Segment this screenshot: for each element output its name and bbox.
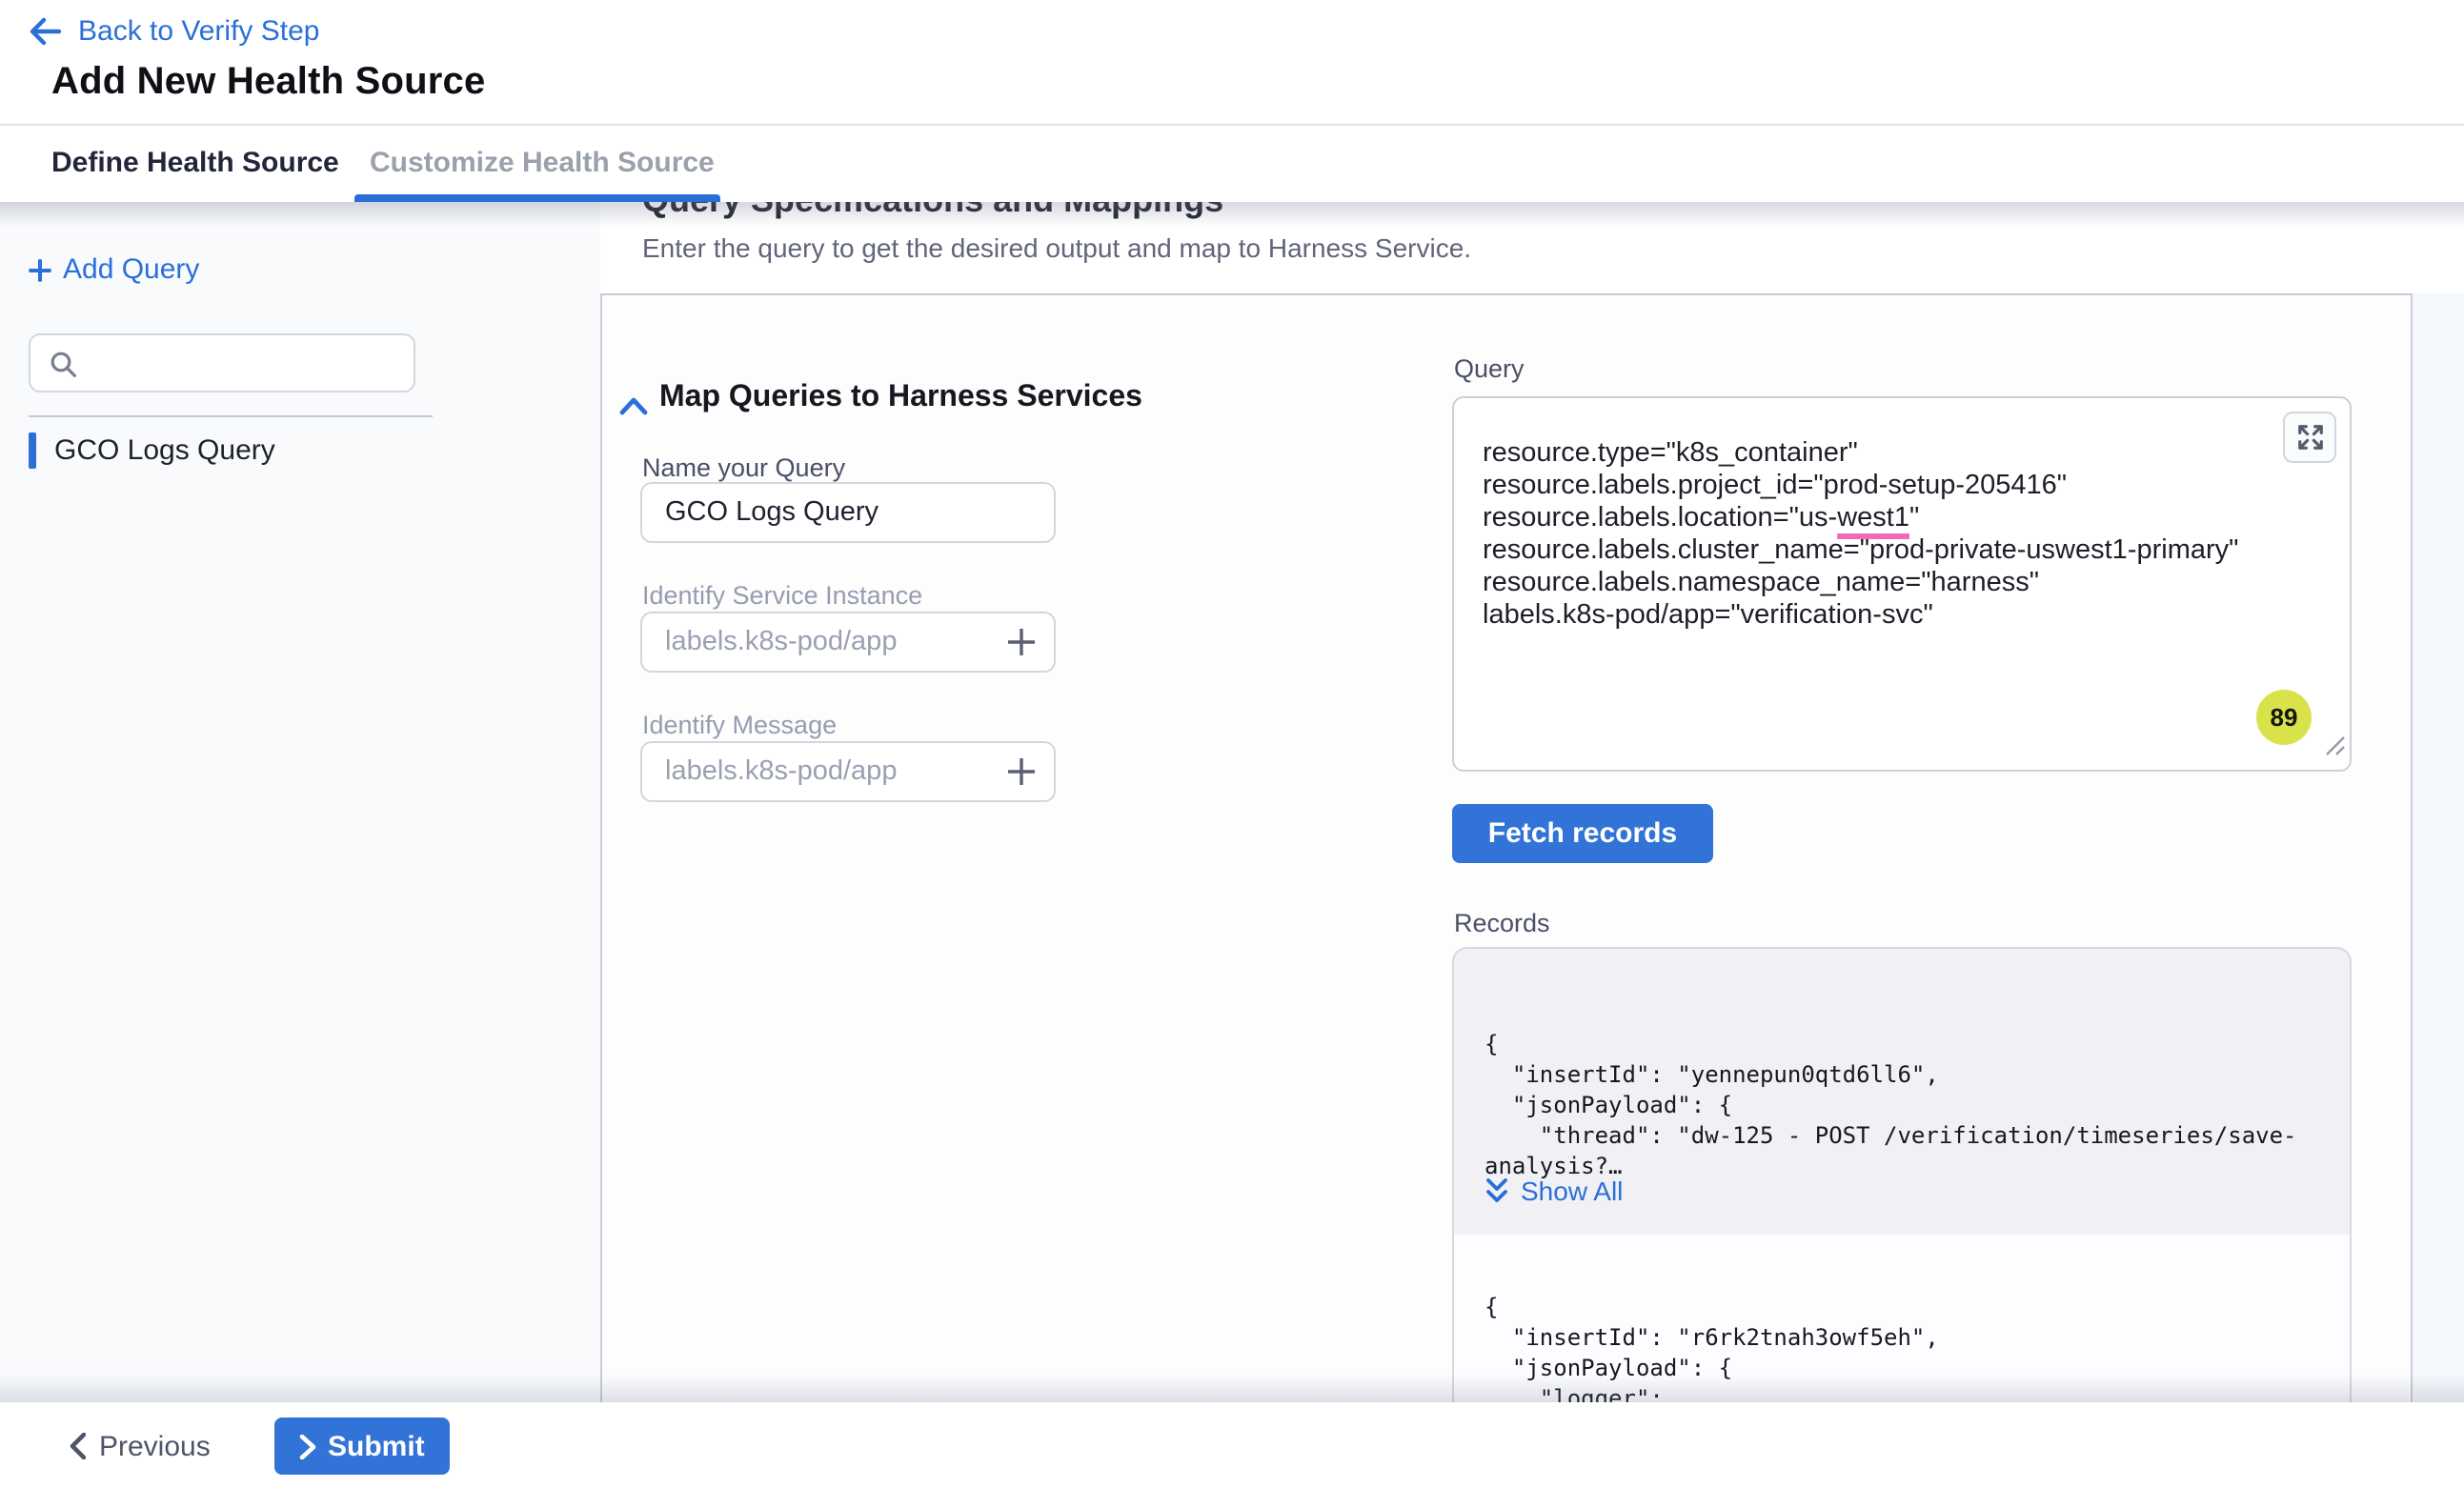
page-title: Add New Health Source	[51, 61, 485, 105]
query-item-label: GCO Logs Query	[54, 434, 275, 467]
records-label: Records	[1454, 909, 1550, 937]
record-json: { "insertId": "yennepun0qtd6ll6", "jsonP…	[1484, 1029, 2297, 1181]
footer-bar: Previous Submit	[0, 1402, 2464, 1488]
add-service-instance-button[interactable]	[1004, 625, 1039, 659]
add-query-button[interactable]: Add Query	[27, 253, 199, 286]
selected-indicator	[29, 432, 35, 469]
active-tab-underline	[354, 194, 720, 202]
map-queries-title: Map Queries to Harness Services	[659, 381, 1142, 415]
chevron-up-icon	[619, 396, 648, 415]
query-list-item[interactable]: GCO Logs Query	[29, 432, 275, 469]
header: Back to Verify Step Add New Health Sourc…	[0, 0, 2464, 126]
tab-bar: Define Health Source Customize Health So…	[0, 126, 2464, 202]
query-editor-box: resource.type="k8s_container"resource.la…	[1452, 396, 2352, 772]
double-chevron-down-icon	[1484, 1177, 1509, 1204]
submit-label: Submit	[328, 1430, 425, 1462]
service-instance-input[interactable]	[642, 613, 1054, 671]
chevron-right-icon	[299, 1434, 316, 1458]
identify-message-field	[640, 741, 1056, 802]
plus-icon	[1004, 754, 1039, 789]
query-sidebar: Add Query GCO Logs Query	[0, 202, 600, 1402]
back-button[interactable]: Back to Verify Step	[29, 15, 319, 48]
search-input[interactable]	[88, 337, 402, 389]
name-query-input[interactable]	[642, 484, 1054, 541]
collapse-section-button[interactable]	[619, 391, 654, 421]
section-title: Query Specifications and Mappings	[642, 202, 1223, 221]
expand-icon	[2295, 423, 2324, 452]
resize-handle-icon[interactable]	[2325, 732, 2346, 766]
query-editor[interactable]: resource.type="k8s_container"resource.la…	[1483, 438, 2331, 633]
identify-message-input[interactable]	[642, 743, 1054, 800]
fetch-records-button[interactable]: Fetch records	[1452, 804, 1713, 863]
main-panel: Query Specifications and Mappings Enter …	[600, 202, 2464, 1402]
section-subtitle: Enter the query to get the desired outpu…	[642, 232, 1471, 263]
search-icon	[50, 351, 78, 379]
back-arrow-icon	[29, 17, 61, 46]
content-area: Add Query GCO Logs Query Query Specifica…	[0, 202, 2464, 1402]
sidebar-divider	[29, 415, 433, 417]
previous-button[interactable]: Previous	[57, 1418, 222, 1475]
add-message-button[interactable]	[1004, 754, 1039, 789]
plus-icon	[27, 256, 53, 283]
show-all-button[interactable]: Show All	[1484, 1176, 1623, 1206]
plus-icon	[1004, 625, 1039, 659]
char-count-badge: 89	[2256, 690, 2312, 745]
service-instance-label: Identify Service Instance	[642, 581, 922, 610]
tab-customize-health-source[interactable]: Customize Health Source	[370, 147, 715, 179]
page-background-right	[2413, 293, 2464, 1402]
previous-label: Previous	[99, 1430, 211, 1462]
add-query-label: Add Query	[63, 253, 199, 286]
show-all-label: Show All	[1521, 1176, 1623, 1206]
query-label: Query	[1454, 354, 1525, 383]
chevron-left-icon	[69, 1433, 86, 1459]
records-panel: { "insertId": "yennepun0qtd6ll6", "jsonP…	[1452, 947, 2352, 1402]
query-mapping-card: Map Queries to Harness Services Name you…	[600, 293, 2413, 1402]
identify-message-label: Identify Message	[642, 711, 837, 739]
name-query-field	[640, 482, 1056, 543]
back-label: Back to Verify Step	[78, 15, 319, 48]
query-search	[29, 333, 415, 392]
record-item: { "insertId": "yennepun0qtd6ll6", "jsonP…	[1454, 949, 2350, 1235]
submit-button[interactable]: Submit	[274, 1418, 450, 1475]
service-instance-field	[640, 612, 1056, 673]
add-health-source-page: Back to Verify Step Add New Health Sourc…	[0, 0, 2464, 1488]
expand-query-button[interactable]	[2283, 412, 2336, 463]
name-query-label: Name your Query	[642, 453, 845, 482]
tab-define-health-source[interactable]: Define Health Source	[51, 147, 339, 179]
